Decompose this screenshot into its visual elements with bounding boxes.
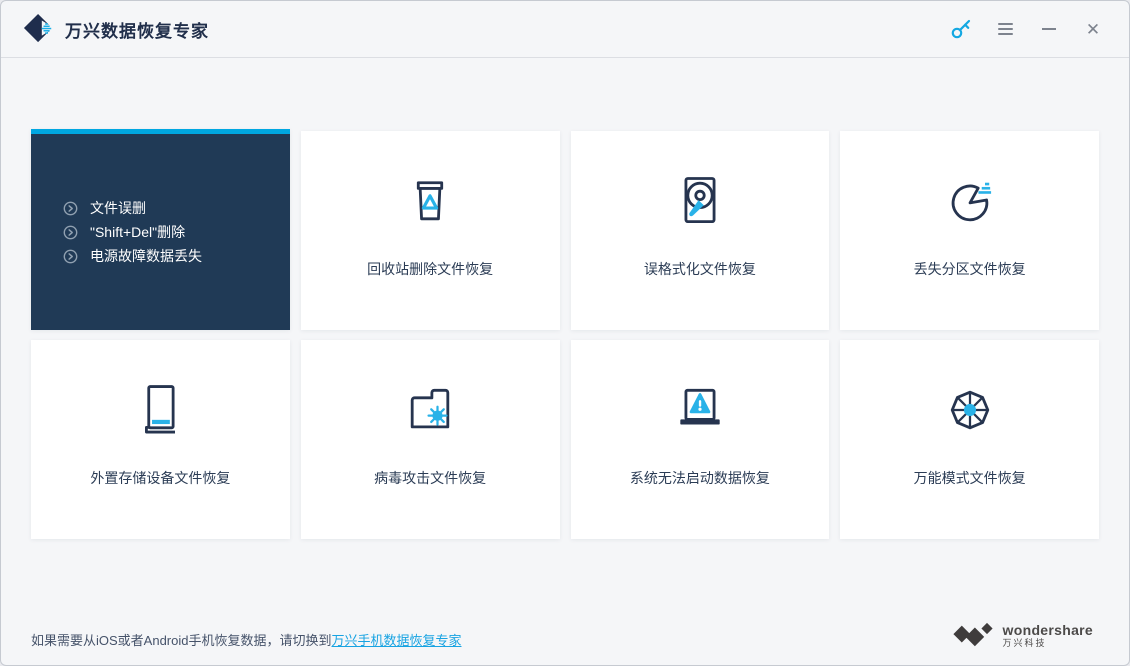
- chevron-circle-icon: [63, 249, 78, 263]
- close-icon: ✕: [1085, 19, 1101, 39]
- scenario-item: "Shift+Del"删除: [63, 220, 290, 244]
- key-icon: [950, 18, 972, 40]
- card-virus-attack-recovery[interactable]: 病毒攻击文件恢复: [300, 340, 560, 539]
- hamburger-menu-icon: [997, 23, 1013, 35]
- external-device-icon: [128, 378, 192, 442]
- brand-name: wondershare: [1002, 621, 1093, 638]
- minimize-button[interactable]: [1039, 18, 1059, 40]
- app-title: 万兴数据恢复专家: [65, 21, 209, 41]
- recycle-bin-icon: [398, 169, 462, 233]
- footer: 如果需要从iOS或者Android手机恢复数据，请切换到万兴手机数据恢复专家 w…: [31, 621, 1093, 649]
- chevron-circle-icon: [63, 201, 78, 215]
- card-label: 系统无法启动数据恢复: [629, 470, 770, 486]
- card-deletion-scenarios[interactable]: 文件误删 "Shift+Del"删除 电源故障数据丢失: [31, 129, 290, 330]
- phone-recovery-link[interactable]: 万兴手机数据恢复专家: [331, 633, 461, 648]
- card-recycle-bin-recovery[interactable]: 回收站删除文件恢复: [300, 131, 560, 330]
- wondershare-logo-icon: [952, 621, 994, 649]
- scenario-item: 电源故障数据丢失: [63, 244, 290, 268]
- title-bar: 万兴数据恢复专家 ✕: [1, 1, 1129, 58]
- recovery-mode-grid: 文件误删 "Shift+Del"删除 电源故障数据丢失 回收站删除文件恢复 误格…: [31, 129, 1099, 539]
- card-label: 回收站删除文件恢复: [367, 261, 494, 277]
- lost-partition-icon: [938, 169, 1002, 233]
- virus-attack-icon: [398, 378, 462, 442]
- menu-button[interactable]: [995, 18, 1015, 40]
- card-system-crash-recovery[interactable]: 系统无法启动数据恢复: [570, 340, 830, 539]
- scenario-label: 文件误删: [90, 200, 146, 216]
- brand-text: wondershare 万兴科技: [1003, 622, 1093, 648]
- close-button[interactable]: ✕: [1083, 18, 1103, 40]
- activation-key-button[interactable]: [951, 18, 971, 40]
- card-label: 病毒攻击文件恢复: [374, 470, 487, 486]
- card-external-device-recovery[interactable]: 外置存储设备文件恢复: [31, 340, 290, 539]
- minimize-icon: [1042, 28, 1056, 30]
- app-window: 万兴数据恢复专家 ✕ 文件误删 "Shift+Del"删除 电源故障数据丢失 回…: [0, 0, 1130, 666]
- card-all-around-recovery[interactable]: 万能模式文件恢复: [840, 340, 1099, 539]
- chevron-circle-icon: [63, 225, 78, 239]
- card-label: 误格式化文件恢复: [643, 261, 756, 277]
- card-lost-partition-recovery[interactable]: 丢失分区文件恢复: [840, 131, 1099, 330]
- app-logo-icon: [23, 13, 55, 45]
- formatted-disk-icon: [668, 169, 732, 233]
- card-label: 外置存储设备文件恢复: [90, 470, 231, 486]
- brand-subtitle: 万兴科技: [1002, 637, 1047, 648]
- wondershare-brand: wondershare 万兴科技: [952, 621, 1093, 649]
- titlebar-controls: ✕: [951, 18, 1103, 40]
- scenario-label: 电源故障数据丢失: [90, 248, 202, 264]
- system-crash-icon: [668, 378, 732, 442]
- scenario-item: 文件误删: [63, 196, 290, 220]
- footer-note: 如果需要从iOS或者Android手机恢复数据，请切换到万兴手机数据恢复专家: [31, 630, 462, 649]
- scenario-label: "Shift+Del"删除: [90, 224, 186, 240]
- footer-note-text: 如果需要从iOS或者Android手机恢复数据，请切换到: [31, 633, 332, 648]
- card-formatted-recovery[interactable]: 误格式化文件恢复: [570, 131, 830, 330]
- all-around-recovery-icon: [938, 378, 1002, 442]
- card-label: 万能模式文件恢复: [913, 470, 1026, 486]
- card-label: 丢失分区文件恢复: [913, 261, 1026, 277]
